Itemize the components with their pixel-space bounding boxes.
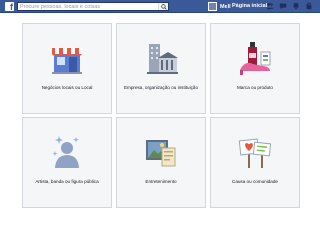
category-label: Entretenimento [145, 179, 177, 184]
category-label: Artista, banda ou figura pública [35, 179, 99, 184]
messages-icon[interactable] [279, 2, 287, 10]
notifications-icon[interactable] [292, 2, 300, 10]
category-card-entertainment[interactable]: Entretenimento [116, 117, 206, 208]
entertainment-icon [146, 140, 176, 167]
chevron-down-icon[interactable] [305, 3, 311, 9]
category-label: Marca ou produto [236, 85, 273, 90]
search-button[interactable] [158, 3, 168, 10]
home-link[interactable]: Página inicial [232, 3, 267, 9]
building-icon [147, 44, 178, 74]
divider [227, 3, 228, 10]
category-card-local-business[interactable]: Negócios locais ou Local [22, 23, 112, 114]
products-icon [240, 42, 271, 75]
category-card-company[interactable]: Empresa, organização ou instituição [116, 23, 206, 114]
storefront-icon [52, 48, 82, 74]
search-input[interactable] [18, 3, 158, 10]
search-icon [161, 3, 167, 10]
category-label: Negócios locais ou Local [41, 85, 93, 90]
facebook-logo[interactable]: f [5, 2, 14, 12]
search-box [17, 2, 169, 11]
user-name: Mell [220, 3, 231, 10]
category-card-brand[interactable]: Marca ou produto [210, 23, 300, 114]
category-label: Causa ou comunidade [232, 179, 278, 184]
cause-signs-icon [238, 138, 272, 168]
top-navigation-bar: f Mell Página inicial [0, 0, 320, 13]
public-figure-icon [52, 136, 79, 168]
friends-icon[interactable] [266, 2, 274, 10]
avatar [208, 2, 217, 11]
category-card-cause[interactable]: Causa ou comunidade [210, 117, 300, 208]
category-label: Empresa, organização ou instituição [123, 85, 199, 90]
category-card-public-figure[interactable]: Artista, banda ou figura pública [22, 117, 112, 208]
